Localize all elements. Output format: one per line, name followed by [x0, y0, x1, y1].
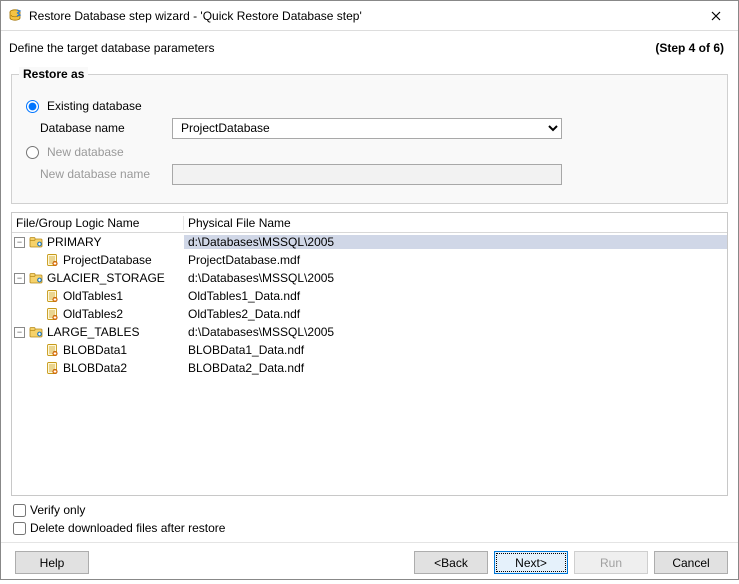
db-file-icon [45, 343, 59, 357]
back-button[interactable]: <Back [414, 551, 488, 574]
logic-name: LARGE_TABLES [47, 325, 139, 339]
table-row[interactable]: OldTables1 OldTables1_Data.ndf [12, 287, 727, 305]
table-row[interactable]: BLOBData1 BLOBData1_Data.ndf [12, 341, 727, 359]
run-button[interactable]: Run [574, 551, 648, 574]
logic-name: GLACIER_STORAGE [47, 271, 165, 285]
restore-as-group: Restore as Existing database Database na… [11, 67, 728, 204]
physical-name[interactable]: BLOBData2_Data.ndf [184, 361, 727, 375]
restore-as-legend: Restore as [19, 67, 88, 81]
db-file-icon [45, 307, 59, 321]
table-row[interactable]: BLOBData2 BLOBData2_Data.ndf [12, 359, 727, 377]
window-title: Restore Database step wizard - 'Quick Re… [29, 9, 694, 23]
table-row[interactable]: OldTables2 OldTables2_Data.ndf [12, 305, 727, 323]
verify-only-label: Verify only [30, 503, 85, 517]
radio-existing-database-label[interactable]: Existing database [47, 99, 142, 113]
help-button[interactable]: Help [15, 551, 89, 574]
new-database-name-row: New database name [40, 163, 717, 185]
physical-name[interactable]: d:\Databases\MSSQL\2005 [184, 325, 727, 339]
next-button[interactable]: Next> [494, 551, 568, 574]
physical-name[interactable]: OldTables1_Data.ndf [184, 289, 727, 303]
cancel-button[interactable]: Cancel [654, 551, 728, 574]
table-row[interactable]: − PRIMARY d:\Databases\MSSQL\2005 [12, 233, 727, 251]
logic-name: BLOBData1 [63, 343, 127, 357]
delete-files-checkbox[interactable] [13, 522, 26, 535]
verify-only-row[interactable]: Verify only [13, 502, 728, 518]
verify-only-checkbox[interactable] [13, 504, 26, 517]
physical-name[interactable]: d:\Databases\MSSQL\2005 [184, 235, 727, 249]
tree-toggle-icon[interactable]: − [14, 237, 25, 248]
grid-body[interactable]: − PRIMARY d:\Databases\MSSQL\2005 ProjectDa… [12, 233, 727, 495]
wizard-header: Define the target database parameters (S… [1, 31, 738, 61]
button-bar: Help <Back Next> Run Cancel [1, 542, 738, 584]
step-indicator: (Step 4 of 6) [655, 41, 724, 55]
titlebar: Restore Database step wizard - 'Quick Re… [1, 1, 738, 31]
radio-new-database[interactable] [26, 146, 39, 159]
tree-toggle-icon[interactable]: − [14, 273, 25, 284]
new-database-name-input [172, 164, 562, 185]
db-file-icon [45, 289, 59, 303]
db-group-icon [29, 235, 43, 249]
logic-name: OldTables2 [63, 307, 123, 321]
logic-name: BLOBData2 [63, 361, 127, 375]
delete-files-row[interactable]: Delete downloaded files after restore [13, 520, 728, 536]
database-name-row: Database name ProjectDatabase [40, 117, 717, 139]
wizard-subtitle: Define the target database parameters [9, 41, 655, 55]
db-file-icon [45, 361, 59, 375]
radio-existing-database[interactable] [26, 100, 39, 113]
physical-name[interactable]: d:\Databases\MSSQL\2005 [184, 271, 727, 285]
logic-name: OldTables1 [63, 289, 123, 303]
radio-existing-database-row[interactable]: Existing database [26, 99, 717, 113]
table-row[interactable]: − LARGE_TABLES d:\Databases\MSSQL\2005 [12, 323, 727, 341]
logic-name: PRIMARY [47, 235, 101, 249]
grid-header: File/Group Logic Name Physical File Name [12, 213, 727, 233]
database-name-select[interactable]: ProjectDatabase [172, 118, 562, 139]
physical-name[interactable]: ProjectDatabase.mdf [184, 253, 727, 267]
radio-new-database-row[interactable]: New database [26, 145, 717, 159]
close-button[interactable] [694, 1, 738, 31]
db-group-icon [29, 271, 43, 285]
file-tree-grid[interactable]: File/Group Logic Name Physical File Name… [11, 212, 728, 496]
new-database-name-label: New database name [40, 167, 164, 181]
options-checks: Verify only Delete downloaded files afte… [13, 502, 728, 536]
db-file-icon [45, 253, 59, 267]
database-name-label: Database name [40, 121, 164, 135]
app-icon [7, 8, 23, 24]
table-row[interactable]: − GLACIER_STORAGE d:\Databases\MSSQL\2005 [12, 269, 727, 287]
logic-name: ProjectDatabase [63, 253, 152, 267]
radio-new-database-label[interactable]: New database [47, 145, 124, 159]
tree-toggle-icon[interactable]: − [14, 327, 25, 338]
grid-header-physical-name[interactable]: Physical File Name [184, 216, 727, 230]
physical-name[interactable]: BLOBData1_Data.ndf [184, 343, 727, 357]
delete-files-label: Delete downloaded files after restore [30, 521, 225, 535]
physical-name[interactable]: OldTables2_Data.ndf [184, 307, 727, 321]
table-row[interactable]: ProjectDatabase ProjectDatabase.mdf [12, 251, 727, 269]
db-group-icon [29, 325, 43, 339]
grid-header-logic-name[interactable]: File/Group Logic Name [12, 216, 184, 230]
